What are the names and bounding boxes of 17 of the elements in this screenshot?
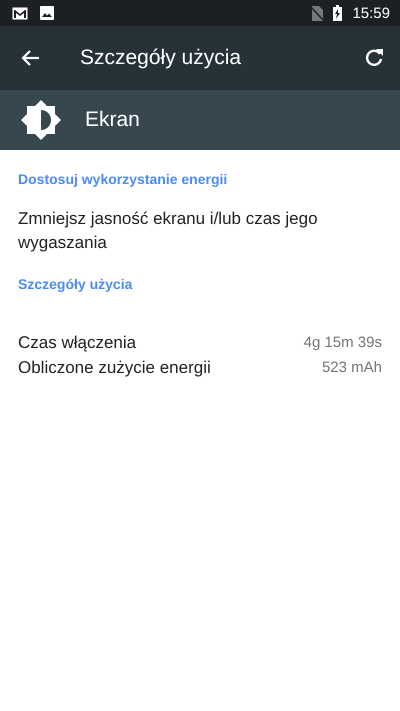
back-arrow-icon[interactable] — [20, 49, 40, 67]
refresh-icon[interactable] — [364, 48, 384, 68]
clock: 15:59 — [352, 4, 390, 22]
no-sim-icon — [311, 6, 324, 20]
detail-value: 523 mAh — [322, 358, 382, 378]
toolbar-title: Szczegóły użycia — [80, 46, 242, 70]
battery-charging-icon — [333, 5, 342, 21]
suggestion-text[interactable]: Zmniejsz jasność ekranu i/lub czas jego wygaszania — [18, 199, 382, 255]
image-icon — [40, 6, 54, 20]
mail-icon — [12, 6, 28, 20]
detail-label: Obliczone zużycie energii — [18, 357, 211, 379]
detail-label: Czas włączenia — [18, 332, 136, 354]
section-header: Dostosuj wykorzystanie energii — [18, 170, 228, 189]
detail-value: 4g 15m 39s — [304, 333, 382, 353]
app-name: Ekran — [85, 108, 140, 132]
section-header: Szczegóły użycia — [18, 275, 134, 294]
brightness-icon — [20, 99, 62, 141]
